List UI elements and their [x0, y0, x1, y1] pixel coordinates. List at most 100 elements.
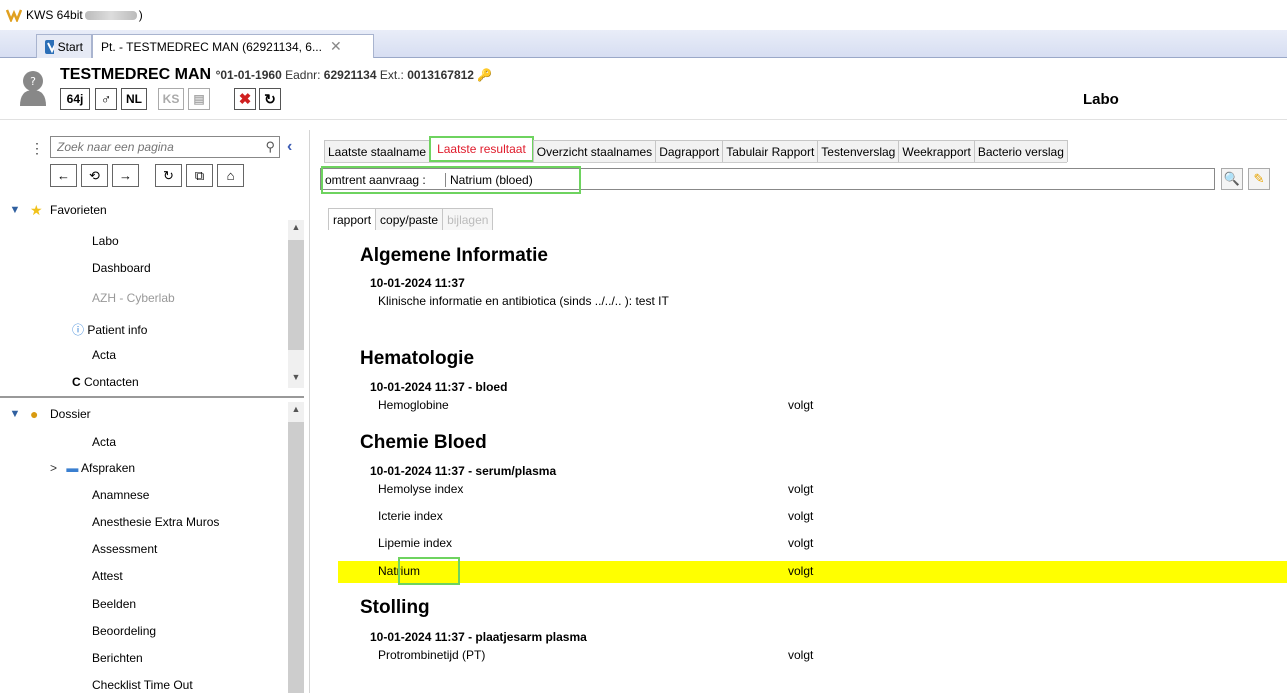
sidebar-item-berichten[interactable]: Berichten: [92, 651, 143, 665]
star-icon: ★: [30, 201, 43, 218]
tab-bijlagen: bijlagen: [442, 208, 494, 230]
history-icon[interactable]: ↻: [259, 88, 281, 110]
avatar: ?: [20, 71, 46, 106]
page-title: Labo: [1083, 91, 1119, 108]
info-icon: ⓘ: [72, 323, 85, 337]
result-row: Protrombinetijd (PT) volgt: [378, 648, 814, 662]
tab-overzicht-staalnames[interactable]: Overzicht staalnames: [532, 140, 657, 162]
language-badge: NL: [121, 88, 147, 110]
result-row: Icterie index volgt: [378, 509, 814, 523]
forward-button[interactable]: →: [112, 164, 139, 187]
tab-testenverslag[interactable]: Testenverslag: [817, 140, 900, 162]
back-button[interactable]: ←: [50, 164, 77, 187]
document-icon[interactable]: ▤: [188, 88, 210, 110]
section-subtitle: 10-01-2024 11:37 - bloed: [370, 380, 508, 394]
result-row: Hemolyse index volgt: [378, 482, 814, 496]
section-subtitle: 10-01-2024 11:37: [370, 276, 465, 290]
chevron-right-icon: >: [50, 461, 58, 475]
app-logo-icon: [6, 9, 22, 22]
request-selector[interactable]: omtrent aanvraag : Natrium (bloed): [320, 166, 1215, 194]
patient-dob: °01-01-1960: [215, 68, 282, 82]
svg-text:?: ?: [30, 75, 36, 88]
sidebar-item-assessment[interactable]: Assessment: [92, 542, 157, 556]
tab-weekrapport[interactable]: Weekrapport: [898, 140, 975, 162]
dossier-header[interactable]: ▼ ● Dossier: [0, 403, 91, 425]
more-icon[interactable]: ⋮: [30, 140, 44, 157]
tab-start[interactable]: Start: [36, 34, 92, 58]
contact-icon: C: [72, 375, 81, 387]
section-title: Algemene Informatie: [360, 245, 548, 266]
result-row-highlighted[interactable]: Natrium volgt: [338, 557, 1287, 585]
lab-report: Algemene Informatie 10-01-2024 11:37 Kli…: [338, 230, 1287, 693]
search-button[interactable]: 🔍: [1221, 168, 1243, 190]
patient-header: ? TESTMEDREC MAN °01-01-1960 Eadnr: 6292…: [0, 58, 1287, 120]
result-tabs: Laatste staalname Laatste resultaat Over…: [324, 136, 1068, 163]
request-value[interactable]: Natrium (bloed): [445, 173, 533, 187]
folder-icon: ▬: [66, 461, 79, 475]
page-search[interactable]: ⚲: [50, 136, 280, 158]
sidebar: ⋮ ⚲ ‹ ← ⟲ → ↻ ⧉ ⌂ ▼ ★ Favorieten Labo Da…: [0, 130, 310, 693]
sex-badge: ♂: [95, 88, 117, 110]
tab-laatste-resultaat[interactable]: Laatste resultaat: [429, 136, 534, 162]
search-icon[interactable]: ⚲: [265, 139, 275, 155]
close-icon[interactable]: ✕: [330, 38, 342, 55]
sidebar-item-beelden[interactable]: Beelden: [92, 597, 136, 611]
report-subtabs: rapport copy/paste bijlagen: [328, 208, 494, 230]
favorites-header[interactable]: ▼ ★ Favorieten: [0, 199, 107, 221]
window-titlebar: KWS 64bit ): [0, 0, 1287, 30]
query-row: omtrent aanvraag : Natrium (bloed) 🔍 ✎: [320, 166, 1276, 194]
new-document-icon[interactable]: ✎: [1248, 168, 1270, 190]
sidebar-nav-buttons: ← ⟲ → ↻ ⧉ ⌂: [50, 164, 244, 188]
favorites-scrollbar[interactable]: ▲ ▼: [288, 220, 304, 388]
refresh-button[interactable]: ↻: [155, 164, 182, 187]
request-label: omtrent aanvraag :: [325, 173, 426, 187]
tab-patient[interactable]: Pt. - TESTMEDREC MAN (62921134, 6... ✕: [92, 34, 374, 58]
tab-copy-paste[interactable]: copy/paste: [375, 208, 444, 230]
tab-rapport[interactable]: rapport: [328, 208, 377, 230]
patient-name-line: TESTMEDREC MAN °01-01-1960 Eadnr: 629211…: [60, 66, 493, 83]
search-input[interactable]: [51, 137, 251, 157]
dossier-scrollbar[interactable]: ▲: [288, 402, 304, 693]
sidebar-item-patient-info[interactable]: ⓘ Patient info: [72, 321, 147, 338]
result-row: Klinische informatie en antibiotica (sin…: [378, 294, 669, 308]
tab-laatste-staalname[interactable]: Laatste staalname: [324, 140, 431, 162]
tab-tabulair-rapport[interactable]: Tabulair Rapport: [722, 140, 819, 162]
sidebar-item-beoordeling[interactable]: Beoordeling: [92, 624, 156, 638]
window-title: KWS 64bit: [26, 8, 83, 22]
home-button[interactable]: ⌂: [217, 164, 244, 187]
chevron-down-icon: ▼: [9, 204, 21, 216]
section-title: Stolling: [360, 597, 430, 618]
main-content: Laatste staalname Laatste resultaat Over…: [312, 130, 1287, 693]
sidebar-item-contacten[interactable]: C Contacten: [72, 375, 139, 387]
sidebar-item-checklist[interactable]: Checklist Time Out: [92, 678, 193, 692]
open-external-button[interactable]: ⧉: [186, 164, 213, 187]
redacted-text: [84, 10, 137, 20]
sidebar-item-acta[interactable]: Acta: [92, 435, 116, 449]
tab-dagrapport[interactable]: Dagrapport: [655, 140, 724, 162]
sidebar-item-dashboard[interactable]: Dashboard: [92, 261, 151, 275]
key-icon[interactable]: 🔑: [477, 68, 492, 82]
sidebar-item-anamnese[interactable]: Anamnese: [92, 488, 149, 502]
sidebar-item-attest[interactable]: Attest: [92, 569, 123, 583]
section-subtitle: 10-01-2024 11:37 - plaatjesarm plasma: [370, 630, 587, 644]
sidebar-item-acta-fav[interactable]: Acta: [92, 348, 116, 362]
section-subtitle: 10-01-2024 11:37 - serum/plasma: [370, 464, 557, 478]
chevron-up-icon[interactable]: ▲: [288, 222, 304, 232]
tab-bacterio-verslag[interactable]: Bacterio verslag: [973, 140, 1068, 162]
history-button[interactable]: ⟲: [81, 164, 108, 187]
patient-name: TESTMEDREC MAN: [60, 66, 212, 83]
collapse-sidebar-icon[interactable]: ‹: [287, 138, 292, 156]
sidebar-item-afspraken[interactable]: > ▬ Afspraken: [50, 461, 135, 475]
result-row: Hemoglobine volgt: [378, 398, 814, 412]
start-icon: [45, 39, 54, 54]
age-badge: 64j: [60, 88, 90, 110]
sidebar-item-anesthesie[interactable]: Anesthesie Extra Muros: [92, 515, 219, 529]
chevron-down-icon[interactable]: ▼: [288, 372, 304, 382]
chevron-up-icon[interactable]: ▲: [288, 404, 304, 414]
allergy-icon[interactable]: ✖: [234, 88, 256, 110]
ks-badge: KS: [158, 88, 184, 110]
sidebar-item-labo[interactable]: Labo: [92, 234, 119, 248]
folder-person-icon: ●: [30, 406, 39, 422]
sidebar-divider[interactable]: [0, 396, 304, 398]
window-tabbar: Start Pt. - TESTMEDREC MAN (62921134, 6.…: [0, 30, 1287, 58]
